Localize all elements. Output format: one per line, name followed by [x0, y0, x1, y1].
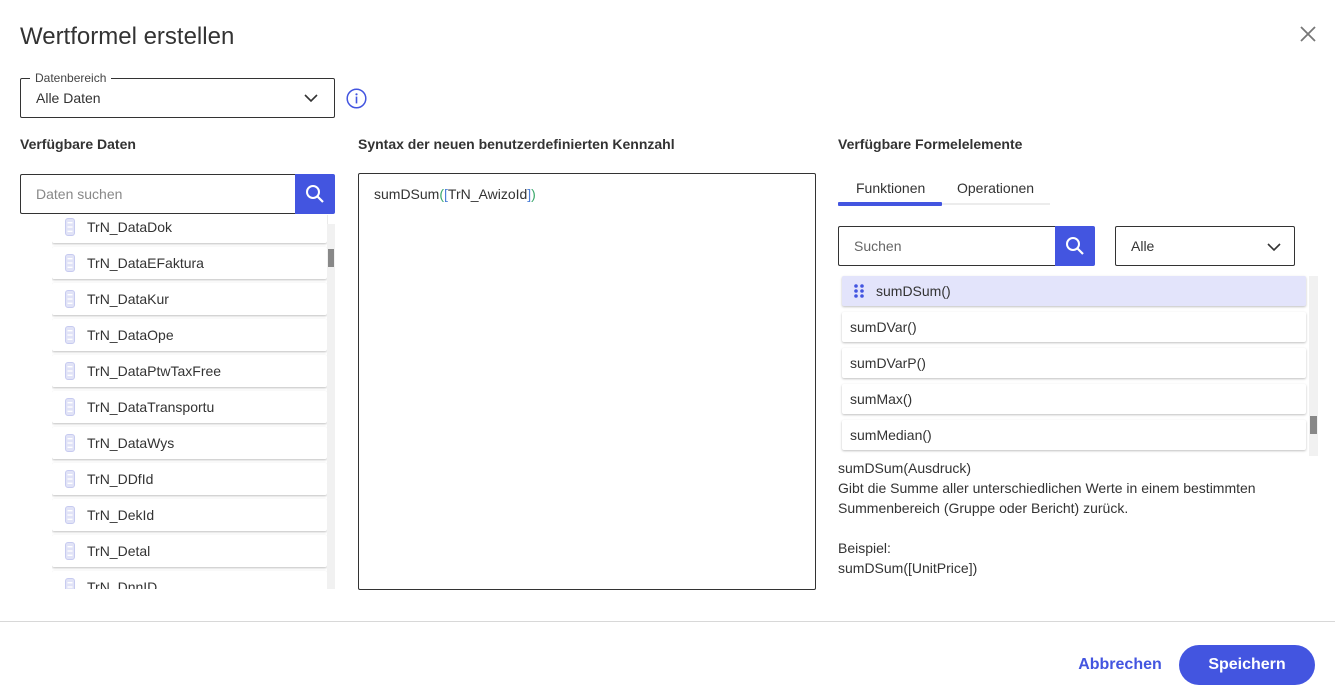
data-list-item[interactable]: TrN_DekId	[52, 499, 327, 531]
data-range-value: Alle Daten	[36, 90, 101, 106]
search-icon	[1066, 237, 1084, 255]
footer-divider	[0, 621, 1335, 622]
data-list-scroll-thumb[interactable]	[328, 249, 334, 267]
tab-funktionen[interactable]: Funktionen	[856, 180, 925, 196]
function-signature: sumDSum(Ausdruck)	[838, 460, 972, 476]
field-icon	[65, 542, 75, 560]
data-list-item-label: TrN_DataOpe	[87, 327, 174, 343]
data-search-button[interactable]	[295, 174, 335, 214]
data-list-item-label: TrN_DekId	[87, 507, 155, 523]
data-list-item-label: TrN_DataPtwTaxFree	[87, 363, 222, 379]
syntax-function: sumDSum	[374, 186, 440, 202]
data-list-item[interactable]: TrN_DDfId	[52, 463, 327, 495]
example-label: Beispiel:	[838, 540, 891, 556]
data-search-input[interactable]	[20, 174, 295, 214]
field-icon	[65, 362, 75, 380]
function-list-item[interactable]: sumDVarP()	[842, 348, 1306, 378]
field-icon	[65, 434, 75, 452]
function-list: sumDSum() sumDVar() sumDVarP() sumMax() sumM…	[838, 272, 1308, 456]
data-list-item-label: TrN_DnnID	[87, 579, 158, 589]
function-description-line2: Summenbereich (Gruppe oder Bericht) zurü…	[838, 500, 1129, 516]
field-icon	[65, 506, 75, 524]
function-list-item-label: sumMedian()	[850, 427, 932, 443]
data-list-item[interactable]: TrN_DataEFaktura	[52, 247, 327, 279]
field-icon	[65, 290, 75, 308]
data-list-item[interactable]: TrN_DataTransportu	[52, 391, 327, 423]
function-list-item[interactable]: sumDSum()	[842, 276, 1306, 306]
chevron-down-icon[interactable]	[303, 90, 319, 106]
function-list-item-label: sumMax()	[850, 391, 913, 407]
field-icon	[65, 470, 75, 488]
function-list-item-label: sumDVarP()	[850, 355, 926, 371]
function-list-item-label: sumDVar()	[850, 319, 917, 335]
chevron-down-icon	[1267, 243, 1281, 252]
search-icon	[306, 185, 324, 203]
function-description-line1: Gibt die Summe aller unterschiedlichen W…	[838, 480, 1256, 496]
data-list-item[interactable]: TrN_DataPtwTaxFree	[52, 355, 327, 387]
data-list-item-label: TrN_DataEFaktura	[87, 255, 204, 271]
cancel-button[interactable]: Abbrechen	[1070, 646, 1170, 684]
data-list-item-label: TrN_DataDok	[87, 219, 173, 235]
function-list-scroll-thumb[interactable]	[1310, 416, 1317, 434]
info-icon[interactable]	[346, 88, 367, 109]
data-list-item[interactable]: TrN_DnnID	[52, 571, 327, 589]
data-list-item[interactable]: TrN_DataWys	[52, 427, 327, 459]
data-list-item-label: TrN_Detal	[87, 543, 151, 559]
data-list-item[interactable]: TrN_DataDok	[52, 215, 327, 243]
data-range-legend: Datenbereich	[30, 71, 112, 85]
field-icon	[65, 254, 75, 272]
field-icon	[65, 326, 75, 344]
tab-active-indicator	[838, 202, 942, 206]
formula-elements-label: Verfügbare Formelelemente	[838, 136, 1023, 152]
field-icon	[65, 578, 75, 589]
close-icon[interactable]	[1298, 24, 1318, 44]
drag-handle-icon[interactable]	[852, 283, 866, 299]
function-description: sumDSum(Ausdruck) Gibt die Summe aller u…	[838, 458, 1318, 578]
function-search-input[interactable]	[838, 226, 1055, 266]
tab-operationen[interactable]: Operationen	[957, 180, 1034, 196]
syntax-close-paren: )	[531, 186, 536, 202]
data-list-item-label: TrN_DataKur	[87, 291, 169, 307]
function-list-item-label: sumDSum()	[876, 283, 951, 299]
field-icon	[65, 398, 75, 416]
available-data-label: Verfügbare Daten	[20, 136, 136, 152]
data-list-item[interactable]: TrN_DataOpe	[52, 319, 327, 351]
available-data-list: TrN_DataDok TrN_DataEFaktura TrN_DataKur Tr…	[52, 215, 328, 589]
function-list-item[interactable]: sumMedian()	[842, 420, 1306, 450]
example-code: sumDSum([UnitPrice])	[838, 560, 978, 576]
field-icon	[65, 218, 75, 236]
syntax-field: TrN_AwizoId	[447, 186, 528, 202]
function-list-item[interactable]: sumDVar()	[842, 312, 1306, 342]
dialog-title: Wertformel erstellen	[20, 23, 235, 50]
function-list-item[interactable]: sumMax()	[842, 384, 1306, 414]
data-list-item-label: TrN_DataTransportu	[87, 399, 215, 415]
syntax-label: Syntax der neuen benutzerdefinierten Ken…	[358, 136, 675, 152]
data-list-item[interactable]: TrN_DataKur	[52, 283, 327, 315]
function-filter-value: Alle	[1131, 238, 1155, 254]
function-search-button[interactable]	[1055, 226, 1095, 266]
data-list-item-label: TrN_DDfId	[87, 471, 154, 487]
data-list-item-label: TrN_DataWys	[87, 435, 175, 451]
data-list-scrollbar[interactable]	[327, 224, 335, 589]
data-list-item[interactable]: TrN_Detal	[52, 535, 327, 567]
syntax-editor[interactable]: sumDSum([TrN_AwizoId])	[358, 173, 816, 590]
save-button[interactable]: Speichern	[1179, 645, 1315, 685]
function-filter-select[interactable]: Alle	[1115, 226, 1295, 266]
